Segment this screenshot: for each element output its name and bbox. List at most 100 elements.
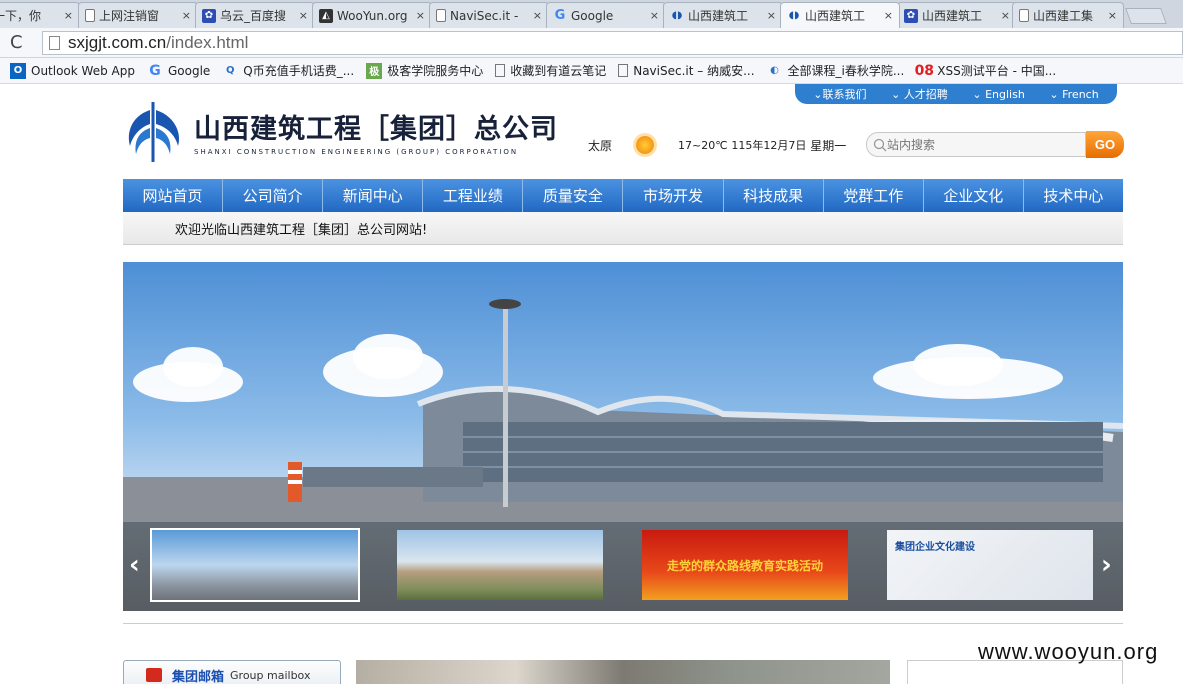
doc-icon <box>436 9 446 22</box>
slider-thumb-4[interactable]: 集团企业文化建设 <box>885 528 1095 602</box>
tab-close-icon[interactable]: × <box>533 9 542 22</box>
company-name-cn: 山西建筑工程［集团］总公司 <box>194 113 558 145</box>
nav-about[interactable]: 公司简介 <box>223 179 324 212</box>
nav-tech-results[interactable]: 科技成果 <box>724 179 824 212</box>
browser-tab[interactable]: G Google × <box>546 2 666 28</box>
address-bar-row: C sxjgjt.com.cn/index.html <box>0 28 1183 58</box>
nav-news[interactable]: 新闻中心 <box>323 179 424 212</box>
website-viewport: ⌄联系我们 ⌄ 人才招聘 ⌄ English ⌄ French 山西建筑工程［集… <box>0 84 1183 684</box>
bookmark-xss[interactable]: 08 XSS测试平台 - 中国... <box>914 62 1057 79</box>
slider-thumb-1[interactable] <box>150 528 360 602</box>
browser-tab[interactable]: 山西建工集 × <box>1012 2 1124 28</box>
bookmarks-bar: O Outlook Web App G Google Q Q币充值手机话费_... 极… <box>0 58 1183 84</box>
baidu-paw-icon: ✿ <box>904 8 918 23</box>
browser-tab[interactable]: 度一下，你× <box>0 2 80 28</box>
nav-home[interactable]: 网站首页 <box>123 179 224 212</box>
browser-tab[interactable]: NaviSec.it - × <box>429 2 549 28</box>
sxjg-logo-icon: ◖◗ <box>671 10 683 21</box>
company-logo[interactable]: 山西建筑工程［集团］总公司 SHANXI CONSTRUCTION ENGINE… <box>122 98 557 164</box>
browser-tab-strip: 度一下，你× 上网注销窗× ✿乌云_百度搜× ◭WooYun.org× Navi… <box>0 0 1183 28</box>
nav-market[interactable]: 市场开发 <box>623 179 724 212</box>
tab-close-icon[interactable]: × <box>1001 9 1010 22</box>
new-tab-button[interactable] <box>1125 8 1167 24</box>
weather-date: 115年12月7日 <box>731 139 807 152</box>
top-link-english[interactable]: ⌄ English <box>972 88 1024 101</box>
tab-close-icon[interactable]: × <box>64 9 73 22</box>
slider-prev-arrow[interactable]: ‹ <box>129 550 140 580</box>
doc-icon <box>85 9 95 22</box>
bookmark-navisec[interactable]: NaviSec.it – 纳威安... <box>618 62 755 79</box>
baidu-paw-icon: ✿ <box>202 8 216 23</box>
company-name-en: SHANXI CONSTRUCTION ENGINEERING (GROUP) … <box>194 147 519 156</box>
doc-icon <box>495 64 506 77</box>
nav-projects[interactable]: 工程业绩 <box>423 179 524 212</box>
top-link-french[interactable]: ⌄ French <box>1049 88 1098 101</box>
page-icon <box>49 36 60 50</box>
thumb-building-image <box>397 530 603 600</box>
browser-tab-active[interactable]: ◖◗ 山西建筑工 × <box>780 2 900 28</box>
slider-thumb-2[interactable] <box>395 528 605 602</box>
search-icon <box>873 138 887 151</box>
airport-terminal-illustration <box>123 299 1123 522</box>
sun-icon <box>636 136 655 154</box>
wooyun-icon: ◭ <box>319 8 333 23</box>
slider-next-arrow[interactable]: › <box>1101 550 1112 580</box>
doc-icon <box>1019 9 1029 22</box>
xss-08-icon: 08 <box>914 62 935 79</box>
slider-thumb-3[interactable]: 走党的群众路线教育实践活动 <box>640 528 850 602</box>
hero-banner[interactable]: ‹ 走党的群众路线教育实践活动 集团企业文化建设 › <box>123 262 1123 611</box>
main-nav: 网站首页 公司简介 新闻中心 工程业绩 质量安全 市场开发 科技成果 党群工作 … <box>123 179 1123 212</box>
bookmark-google[interactable]: G Google <box>147 63 210 79</box>
google-icon: G <box>149 62 161 79</box>
sxjg-logo-icon: ◖◗ <box>788 10 800 21</box>
tab-close-icon[interactable]: × <box>767 9 776 22</box>
tab-close-icon[interactable]: × <box>1108 9 1117 22</box>
doc-icon <box>618 64 629 77</box>
tab-close-icon[interactable]: × <box>884 9 893 22</box>
tab-close-icon[interactable]: × <box>299 9 308 22</box>
section-divider <box>123 623 1123 624</box>
bookmark-jikexueyuan[interactable]: 极极客学院服务中心 <box>366 62 483 79</box>
tab-close-icon[interactable]: × <box>650 9 659 22</box>
group-mailbox-button[interactable]: 集团邮箱 Group mailbox <box>123 660 341 684</box>
ichunqiu-icon: ◐ <box>770 65 779 76</box>
browser-tab[interactable]: 上网注销窗 × <box>78 2 198 28</box>
welcome-marquee: 欢迎光临山西建筑工程［集团］总公司网站! <box>123 212 1123 245</box>
browser-tab[interactable]: ◭ WooYun.org × <box>312 2 432 28</box>
weather-widget: 太原 17~20℃ 115年12月7日 星期一 <box>588 136 846 154</box>
nav-party-work[interactable]: 党群工作 <box>824 179 924 212</box>
search-go-button[interactable]: GO <box>1086 131 1124 158</box>
bookmark-outlook[interactable]: O Outlook Web App <box>10 62 135 79</box>
reload-icon[interactable]: C <box>10 32 23 53</box>
nav-tech-center[interactable]: 技术中心 <box>1024 179 1123 212</box>
slider-thumbnails: ‹ 走党的群众路线教育实践活动 集团企业文化建设 › <box>123 522 1123 611</box>
thumb-culture-banner: 集团企业文化建设 <box>887 530 1093 600</box>
bookmark-qq[interactable]: Q Q币充值手机话费_... <box>222 62 354 79</box>
google-icon: G <box>554 8 566 23</box>
top-link-jobs[interactable]: ⌄ 人才招聘 <box>891 86 948 102</box>
top-link-contact[interactable]: ⌄联系我们 <box>813 86 866 102</box>
browser-tab[interactable]: ✿ 乌云_百度搜 × <box>195 2 315 28</box>
tab-close-icon[interactable]: × <box>182 9 191 22</box>
watermark: www.wooyun.org <box>978 639 1159 664</box>
tab-close-icon[interactable]: × <box>416 9 425 22</box>
site-search: GO <box>866 131 1124 158</box>
thumb-terminal-image <box>152 530 358 600</box>
nav-culture[interactable]: 企业文化 <box>924 179 1024 212</box>
mailbox-icon <box>146 668 162 682</box>
news-photo[interactable] <box>356 660 890 684</box>
bookmark-youdao[interactable]: 收藏到有道云笔记 <box>495 62 606 79</box>
bookmark-ichunqiu[interactable]: ◐ 全部课程_i春秋学院... <box>767 62 904 79</box>
address-bar[interactable]: sxjgjt.com.cn/index.html <box>42 31 1183 55</box>
company-logo-icon <box>128 102 180 162</box>
qq-icon: Q <box>226 65 235 76</box>
nav-quality-safety[interactable]: 质量安全 <box>523 179 624 212</box>
search-input[interactable] <box>887 137 1067 152</box>
url-host: sxjgjt.com.cn <box>68 33 167 52</box>
browser-tab[interactable]: ◖◗ 山西建筑工 × <box>663 2 783 28</box>
browser-tab[interactable]: ✿ 山西建筑工 × <box>897 2 1017 28</box>
url-path: /index.html <box>166 33 249 52</box>
thumb-party-banner: 走党的群众路线教育实践活动 <box>642 530 848 600</box>
weather-temp: 17~20℃ <box>678 138 728 152</box>
jikexueyuan-icon: 极 <box>366 62 383 79</box>
